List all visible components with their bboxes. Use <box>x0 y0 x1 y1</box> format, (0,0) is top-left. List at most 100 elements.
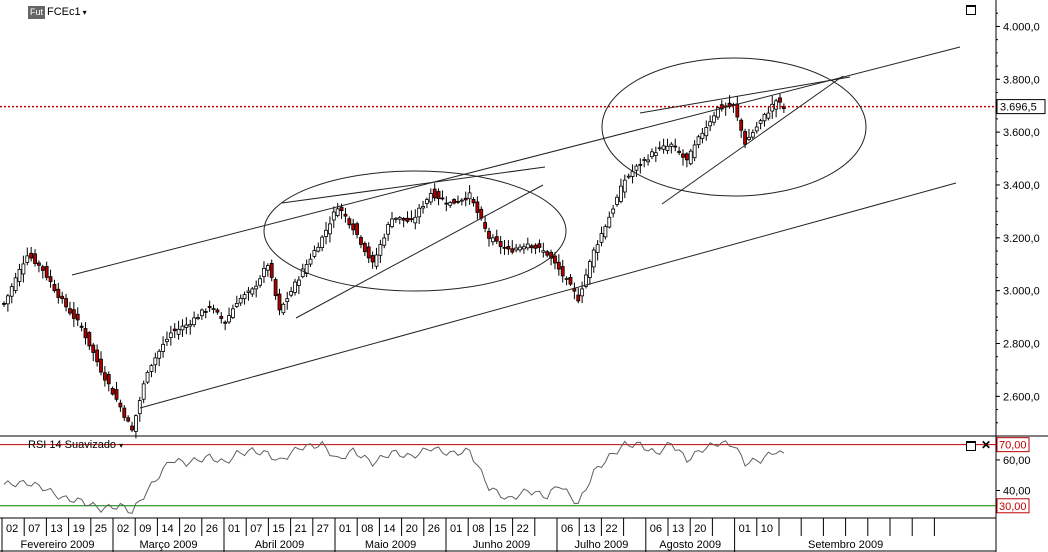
candle-up <box>611 208 616 214</box>
candle-down <box>778 97 782 103</box>
price-grid <box>0 0 1048 552</box>
candle-up <box>141 383 146 400</box>
candle-down <box>681 153 685 158</box>
day-label: 13 <box>50 523 62 535</box>
candle-up <box>653 152 658 156</box>
candle-down <box>529 245 534 249</box>
candle-down <box>37 262 41 266</box>
candle-down <box>487 230 491 239</box>
candle-up <box>712 115 716 123</box>
day-label: 22 <box>517 523 529 535</box>
day-label: 01 <box>228 523 240 535</box>
candle-down <box>269 262 274 278</box>
candle-down <box>60 295 65 299</box>
candle-down <box>122 407 127 418</box>
candle-up <box>619 185 623 202</box>
day-label: 14 <box>383 523 395 535</box>
candle-up <box>754 126 759 132</box>
day-label: 13 <box>583 523 595 535</box>
candle-up <box>134 415 138 432</box>
candle-up <box>774 100 779 110</box>
candle-up <box>595 244 600 253</box>
candle-up <box>378 244 383 256</box>
day-label: 21 <box>295 523 307 535</box>
trendline-lower <box>139 182 957 409</box>
candle-down <box>219 316 224 319</box>
price-axis[interactable]: 4.000,0 3.800,0 3.600,0 3.400,0 3.200,0 3.000… <box>996 12 1046 424</box>
candle-up <box>770 103 775 112</box>
candle-down <box>172 328 177 332</box>
y-tick-label: 3.400,0 <box>1003 180 1040 192</box>
day-label: 22 <box>605 523 617 535</box>
candle-up <box>413 216 418 224</box>
trendline-drawings[interactable] <box>71 46 961 409</box>
candle-down <box>677 150 682 153</box>
candle-down <box>362 243 367 253</box>
month-label: Julho 2009 <box>574 539 628 551</box>
candle-up <box>254 285 259 290</box>
candle-up <box>390 218 394 227</box>
candle-up <box>607 216 612 228</box>
candle-down <box>87 332 92 347</box>
maximize-icon[interactable] <box>966 5 976 15</box>
candle-up <box>692 144 697 159</box>
candle-up <box>514 247 519 251</box>
candle-up <box>634 165 639 171</box>
candle-down <box>99 358 103 373</box>
rsi-indicator-selector[interactable]: RSI 14 Suavizado ▾ <box>28 439 123 451</box>
candle-up <box>747 136 751 140</box>
candle-down <box>130 425 134 431</box>
candle-up <box>188 324 193 327</box>
day-label: 01 <box>450 523 462 535</box>
candle-up <box>137 400 142 415</box>
candle-up <box>382 237 387 246</box>
y-tick-label: 2.600,0 <box>1003 391 1040 403</box>
candle-up <box>591 249 596 268</box>
time-axis[interactable]: 02 07 13 19 25 02 09 14 20 26 01 07 15 21 27 01 08 14 20 26… <box>1 518 935 552</box>
candle-up <box>145 371 150 383</box>
symbol-name: FCEc1 <box>47 6 81 18</box>
ellipse-marker <box>263 170 567 292</box>
candle-down <box>494 236 499 242</box>
y-tick-label: 3.200,0 <box>1003 233 1040 245</box>
candle-up <box>296 279 301 286</box>
candle-down <box>29 252 34 259</box>
day-label: 02 <box>117 523 129 535</box>
candle-up <box>199 309 204 317</box>
candle-down <box>502 246 507 249</box>
candle-up <box>262 268 266 277</box>
candle-up <box>316 246 321 252</box>
close-icon[interactable]: ✕ <box>981 439 991 451</box>
candle-up <box>758 120 763 124</box>
day-label: 08 <box>361 523 373 535</box>
candle-down <box>359 237 363 245</box>
candle-up <box>328 223 332 235</box>
candle-down <box>44 266 49 278</box>
candle-up <box>393 217 398 220</box>
day-label: 14 <box>161 523 173 535</box>
chart-canvas[interactable]: 4.000,0 3.800,0 3.600,0 3.400,0 3.200,0 3.000… <box>0 0 1048 552</box>
month-label: Abril 2009 <box>255 539 305 551</box>
rsi-tick-label: 40,00 <box>1003 485 1031 497</box>
day-label: 27 <box>317 523 329 535</box>
candle-up <box>227 315 231 323</box>
candle-up <box>425 199 429 204</box>
rsi-title: RSI 14 Suavizado <box>28 439 117 451</box>
candle-up <box>704 127 709 137</box>
maximize-icon[interactable] <box>966 441 976 451</box>
month-label: Setembro 2009 <box>808 539 883 551</box>
candle-up <box>696 136 701 146</box>
candle-up <box>281 303 286 314</box>
rsi-tick-label: 60,00 <box>1003 455 1031 467</box>
day-label: 01 <box>339 523 351 535</box>
candle-down <box>401 218 406 221</box>
candle-up <box>312 250 317 257</box>
candle-up <box>630 171 635 177</box>
candle-down <box>71 309 76 319</box>
candle-up <box>459 199 464 202</box>
candle-up <box>165 338 169 342</box>
month-label: Março 2009 <box>139 539 197 551</box>
candle-down <box>739 119 744 131</box>
symbol-selector[interactable]: Fut FCEc1 ▾ <box>28 5 87 19</box>
candle-down <box>572 288 577 292</box>
